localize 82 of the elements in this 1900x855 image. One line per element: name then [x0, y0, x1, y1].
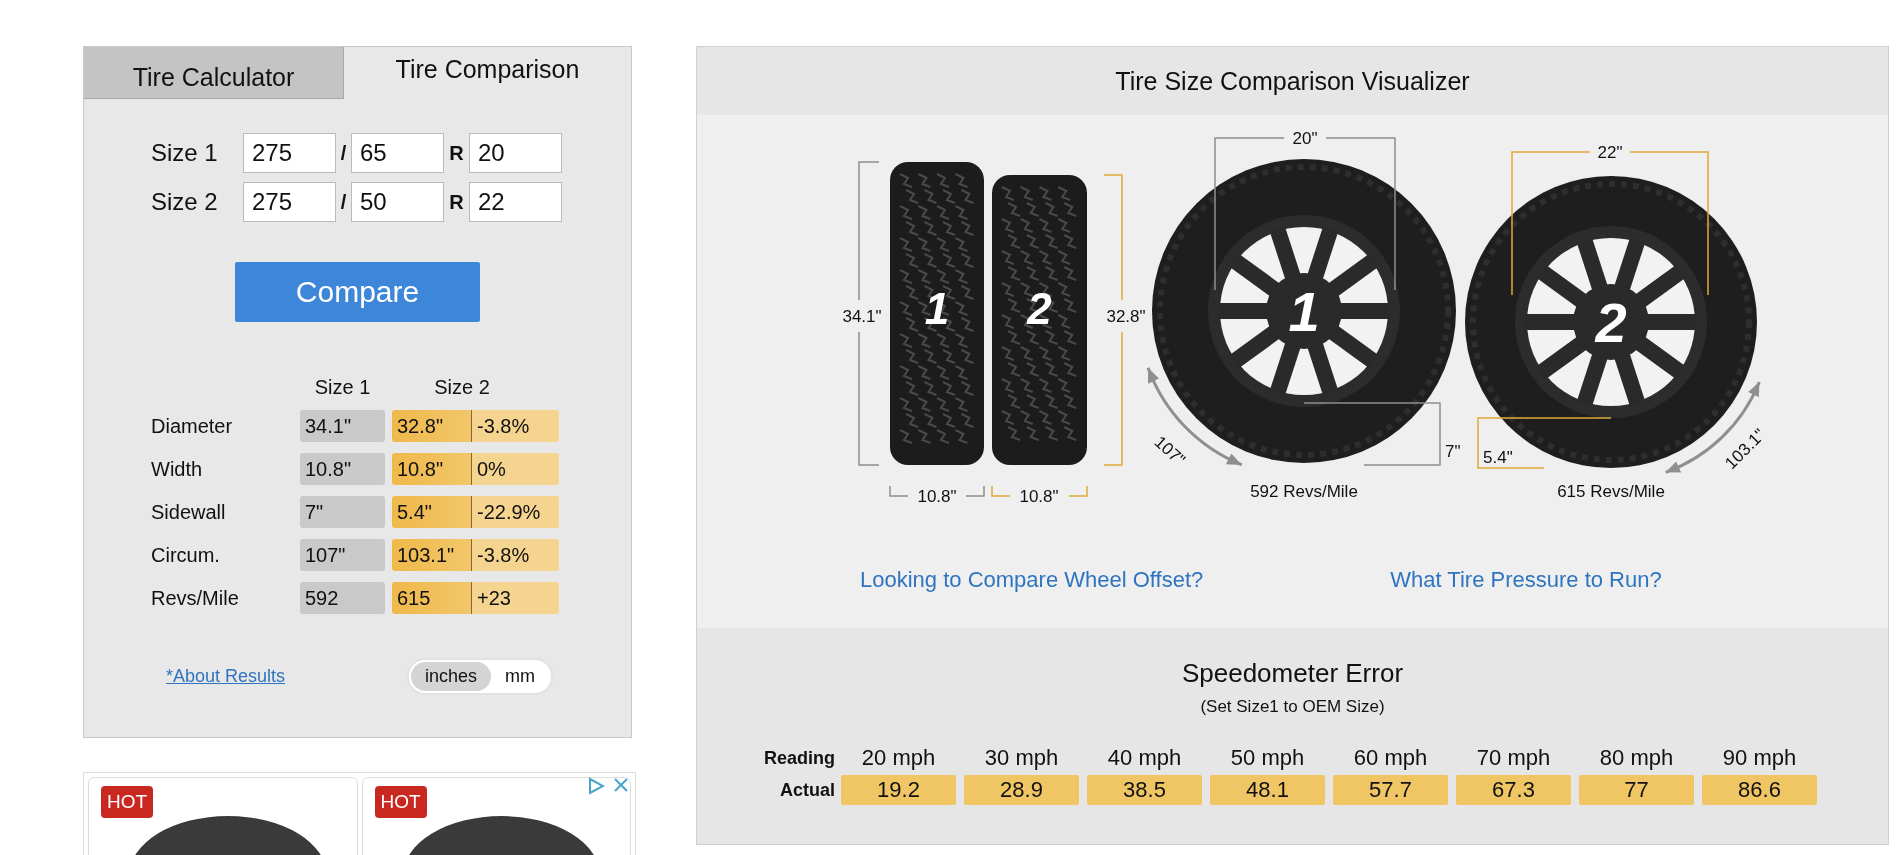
unit-option[interactable]: mm [491, 662, 549, 691]
result-cell: 107" [300, 539, 385, 571]
unit-option[interactable]: inches [410, 662, 491, 691]
revs-label: 592 Revs/Mile [1250, 482, 1358, 501]
ad-info-icon[interactable] [587, 777, 605, 795]
ad-card[interactable]: HOT [88, 777, 358, 855]
close-icon[interactable] [613, 777, 629, 793]
actual-speed: 86.6 [1702, 775, 1817, 805]
speed-reading: 30 mph [983, 745, 1060, 771]
dimension-label: 34.1" [842, 307, 882, 326]
dimension-label: 22" [1597, 143, 1623, 162]
compare-button[interactable]: Compare [235, 262, 480, 322]
result-cell: 34.1" [300, 410, 385, 442]
result-cell: 7" [300, 496, 385, 528]
dimension-label: 20" [1292, 129, 1318, 148]
actual-speed: 67.3 [1456, 775, 1571, 805]
speedometer-title: Speedometer Error [1181, 658, 1404, 689]
result-cell: 615 [392, 582, 471, 614]
separator-label: / [339, 141, 348, 165]
actual-label: Actual [779, 779, 835, 801]
tire-number: 2 [1027, 283, 1052, 333]
result-cell: 32.8" [392, 410, 471, 442]
speed-reading: 50 mph [1229, 745, 1306, 771]
row-label: Sidewall [151, 500, 227, 524]
width-input[interactable]: 275 [243, 133, 336, 173]
tab[interactable]: Tire Calculator [84, 47, 344, 99]
actual-speed: 57.7 [1333, 775, 1448, 805]
speedometer-subtitle: (Set Size1 to OEM Size) [1200, 697, 1385, 717]
row-label: Circum. [151, 543, 221, 567]
dimension-label: 107" [1150, 432, 1189, 470]
info-link[interactable]: Looking to Compare Wheel Offset? [860, 567, 1204, 593]
column-header: Size 1 [313, 376, 372, 399]
result-cell: 103.1" [392, 539, 471, 571]
difference-cell: -22.9% [471, 496, 559, 528]
hot-badge: HOT [101, 786, 154, 818]
result-cell: 10.8" [392, 453, 471, 485]
width-input[interactable]: 275 [243, 182, 336, 222]
dimension-label: 5.4" [1483, 448, 1513, 467]
dimension-label: 32.8" [1106, 307, 1146, 326]
visualizer-title: Tire Size Comparison Visualizer [1115, 66, 1470, 96]
size-label: Size 1 [151, 139, 219, 167]
actual-speed: 38.5 [1087, 775, 1202, 805]
difference-cell: -3.8% [471, 410, 559, 442]
speed-reading: 90 mph [1721, 745, 1798, 771]
row-label: Revs/Mile [151, 586, 240, 610]
actual-speed: 48.1 [1210, 775, 1325, 805]
result-cell: 592 [300, 582, 385, 614]
rim-input[interactable]: 20 [469, 133, 562, 173]
result-cell: 5.4" [392, 496, 471, 528]
separator-label: R [448, 141, 465, 165]
about-results-link[interactable]: *About Results [166, 666, 286, 687]
dimension-label: 10.8" [917, 487, 957, 506]
hot-badge: HOT [374, 786, 427, 818]
ad-card[interactable]: HOT [361, 777, 631, 855]
revs-label: 615 Revs/Mile [1557, 482, 1665, 501]
actual-speed: 19.2 [841, 775, 956, 805]
reading-label: Reading [763, 747, 835, 769]
aspect-input[interactable]: 65 [351, 133, 444, 173]
aspect-input[interactable]: 50 [351, 182, 444, 222]
speed-reading: 70 mph [1475, 745, 1552, 771]
speed-reading: 20 mph [860, 745, 937, 771]
dimension-label: 7" [1445, 442, 1461, 461]
separator-label: / [339, 190, 348, 214]
speed-reading: 40 mph [1106, 745, 1183, 771]
actual-speed: 77 [1579, 775, 1694, 805]
result-cell: 10.8" [300, 453, 385, 485]
size-label: Size 2 [151, 188, 219, 216]
difference-cell: -3.8% [471, 539, 559, 571]
tire-number: 2 [1595, 291, 1627, 354]
speed-reading: 80 mph [1598, 745, 1675, 771]
actual-speed: 28.9 [964, 775, 1079, 805]
dimension-label: 10.8" [1019, 487, 1059, 506]
tire-number: 1 [1288, 280, 1320, 343]
tire-number: 1 [924, 283, 950, 333]
info-link[interactable]: What Tire Pressure to Run? [1390, 567, 1662, 593]
separator-label: R [448, 190, 465, 214]
difference-cell: +23 [471, 582, 559, 614]
difference-cell: 0% [471, 453, 559, 485]
row-label: Diameter [151, 414, 234, 438]
row-label: Width [151, 457, 204, 481]
rim-input[interactable]: 22 [469, 182, 562, 222]
speed-reading: 60 mph [1352, 745, 1429, 771]
